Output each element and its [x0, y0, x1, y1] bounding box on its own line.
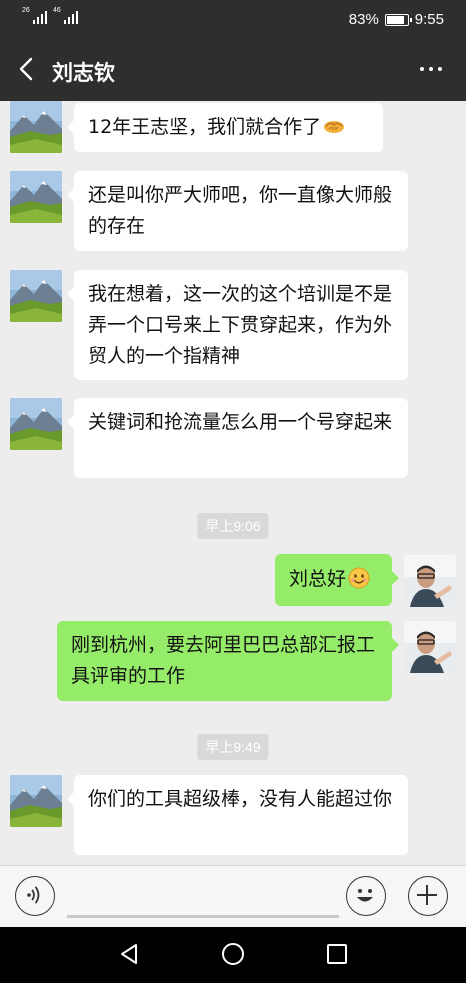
nav-home-icon[interactable] — [222, 943, 244, 965]
message-bubble[interactable]: 你们的工具超级棒，没有人能超过你 — [67, 775, 408, 855]
clock: 9:55 — [414, 11, 444, 28]
person-avatar-icon — [404, 621, 456, 673]
message-row: 还是叫你严大师吧，你一直像大师般的存在 — [0, 171, 466, 251]
more-dots-icon — [420, 67, 424, 71]
voice-button[interactable] — [15, 876, 55, 916]
status-bar: 26 46 83% 9:55 — [0, 0, 466, 38]
system-nav-bar — [0, 927, 466, 983]
my-avatar[interactable] — [404, 555, 456, 607]
nav-back-icon — [121, 944, 137, 964]
signal-icon: 46 — [53, 7, 78, 24]
message-bubble[interactable]: 还是叫你严大师吧，你一直像大师般的存在 — [67, 171, 408, 251]
message-bubble[interactable]: 刘总好 — [275, 554, 399, 606]
emoji-icon — [357, 889, 373, 902]
chat-header: 刘志钦 — [0, 38, 466, 101]
voice-icon — [27, 886, 40, 904]
battery-icon — [384, 13, 412, 26]
contact-avatar[interactable] — [10, 398, 62, 450]
message-text: 刘总好 — [289, 568, 347, 590]
emoji-button[interactable] — [346, 876, 386, 916]
signal-icon: 26 — [22, 7, 47, 24]
message-row: 我在想着，这一次的这个培训是不是弄一个口号来上下贯穿起来，作为外贸人的一个指精神 — [0, 270, 466, 380]
person-avatar-icon — [404, 555, 456, 607]
nav-recent-icon[interactable] — [327, 944, 347, 964]
message-text: 我在想着，这一次的这个培训是不是弄一个口号来上下贯穿起来，作为外贸人的一个指精神 — [88, 283, 393, 367]
signal-label: 46 — [53, 7, 61, 14]
status-right: 83% 9:55 — [349, 11, 444, 28]
message-bubble[interactable]: 12年王志坚，我们就合作了 — [67, 103, 383, 152]
landscape-avatar-icon — [10, 171, 62, 223]
message-text: 12年王志坚，我们就合作了 — [88, 116, 322, 138]
my-avatar[interactable] — [404, 621, 456, 673]
chevron-left-icon — [19, 57, 33, 81]
message-bubble[interactable]: 我在想着，这一次的这个培训是不是弄一个口号来上下贯穿起来，作为外贸人的一个指精神 — [67, 270, 408, 380]
timestamp: 早上9:06 — [197, 513, 269, 539]
timestamp: 早上9:49 — [197, 734, 269, 760]
message-row: 12年王志坚，我们就合作了 — [0, 101, 466, 153]
back-button[interactable] — [12, 54, 42, 84]
contact-avatar[interactable] — [10, 171, 62, 223]
chat-title: 刘志钦 — [52, 61, 115, 85]
plus-icon — [417, 885, 437, 905]
battery-percent: 83% — [348, 11, 379, 28]
message-row: 刚到杭州，要去阿里巴巴总部汇报工具评审的工作 — [0, 621, 466, 701]
message-text: 还是叫你严大师吧，你一直像大师般的存在 — [88, 184, 393, 237]
nav-back-button[interactable] — [118, 943, 140, 969]
signal-label: 26 — [22, 7, 30, 14]
contact-avatar[interactable] — [10, 101, 62, 153]
message-input[interactable] — [67, 915, 339, 918]
message-bubble[interactable]: 刚到杭州，要去阿里巴巴总部汇报工具评审的工作 — [57, 621, 399, 701]
message-row: 你们的工具超级棒，没有人能超过你 — [0, 775, 466, 855]
message-bubble[interactable]: 关键词和抢流量怎么用一个号穿起来 — [67, 398, 408, 478]
message-text: 刚到杭州，要去阿里巴巴总部汇报工具评审的工作 — [71, 634, 376, 687]
landscape-avatar-icon — [10, 101, 62, 153]
signal-indicators: 26 46 — [22, 7, 78, 24]
smile-emoji-icon — [348, 567, 370, 589]
contact-avatar[interactable] — [10, 775, 62, 827]
message-row: 关键词和抢流量怎么用一个号穿起来 — [0, 398, 466, 478]
landscape-avatar-icon — [10, 775, 62, 827]
input-bar — [0, 865, 466, 927]
message-text: 你们的工具超级棒，没有人能超过你 — [88, 788, 393, 810]
handshake-emoji-icon — [324, 121, 345, 133]
message-text: 关键词和抢流量怎么用一个号穿起来 — [88, 411, 393, 433]
landscape-avatar-icon — [10, 270, 62, 322]
message-row: 刘总好 — [0, 554, 466, 607]
contact-avatar[interactable] — [10, 270, 62, 322]
chat-area[interactable]: 12年王志坚，我们就合作了 还是叫你严大师吧，你一直像大师般的存在 我在想着，这… — [0, 101, 466, 865]
plus-button[interactable] — [408, 876, 448, 916]
landscape-avatar-icon — [10, 398, 62, 450]
more-button[interactable] — [420, 67, 442, 71]
